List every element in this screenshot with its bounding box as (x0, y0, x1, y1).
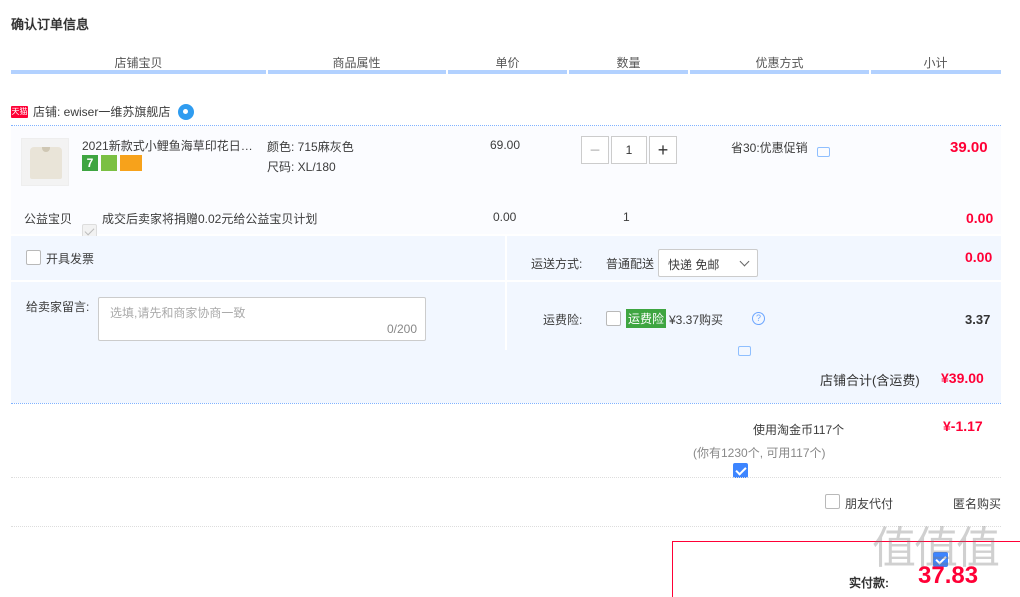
header-underline (871, 70, 1001, 74)
guarantee-icon (101, 155, 117, 171)
insurance-checkbox[interactable] (606, 311, 621, 326)
insurance-text: ¥3.37购买 (669, 313, 724, 327)
help-icon[interactable]: ? (752, 312, 765, 325)
friend-pay-checkbox[interactable] (825, 494, 840, 509)
col-shop-item: 店铺宝贝 (114, 56, 163, 70)
header-underline (569, 70, 688, 74)
invoice-checkbox[interactable] (26, 250, 41, 265)
taojinbi-checkbox[interactable] (733, 463, 748, 478)
message-textarea[interactable]: 选填,请先和商家协商一致 0/200 (98, 297, 426, 341)
col-discount: 优惠方式 (755, 56, 804, 70)
taojinbi-label: 使用淘金币117个 (753, 423, 845, 437)
chat-seller-icon[interactable] (178, 103, 195, 120)
insurance-tag: 运费险 (626, 309, 667, 328)
divider (11, 403, 1001, 404)
message-counter: 0/200 (386, 322, 417, 336)
col-attributes: 商品属性 (332, 56, 381, 70)
message-label: 给卖家留言: (26, 300, 90, 314)
anonymous-label: 匿名购买 (953, 497, 1002, 511)
header-underline (690, 70, 869, 74)
col-unit-price: 单价 (495, 56, 520, 70)
credit-card-icon (120, 155, 142, 171)
unit-price: 69.00 (490, 138, 521, 152)
shop-total-label: 店铺合计(含运费) (820, 373, 920, 388)
item-subtotal: 39.00 (950, 139, 988, 156)
chevron-down-icon (739, 256, 750, 267)
col-subtotal: 小计 (923, 56, 948, 70)
shop-total-value: ¥39.00 (941, 370, 984, 386)
product-name[interactable]: 2021新款式小鲤鱼海草印花日… (82, 137, 262, 154)
qty-input[interactable]: 1 (611, 136, 647, 164)
comment-icon[interactable] (738, 345, 751, 356)
seven-day-return-icon: 7 (82, 155, 98, 171)
header-underline (11, 70, 266, 74)
page-title: 确认订单信息 (11, 17, 90, 32)
qty-decrease-button[interactable]: − (581, 136, 609, 164)
divider (11, 526, 1001, 527)
product-size: 尺码: XL/180 (267, 160, 336, 174)
divider (11, 477, 1001, 478)
friend-pay-label: 朋友代付 (845, 497, 894, 511)
charity-label: 公益宝贝 (24, 212, 73, 226)
shipping-price: 0.00 (965, 249, 993, 265)
header-underline (448, 70, 567, 74)
final-label: 实付款: (849, 576, 889, 590)
quantity-stepper: − 1 + (581, 136, 677, 164)
discount-text: 省30:优惠促销 (731, 141, 808, 155)
comment-icon[interactable] (817, 146, 830, 157)
taojinbi-note: (你有1230个, 可用117个) (693, 446, 826, 460)
product-color: 颜色: 715麻灰色 (267, 140, 354, 154)
watermark: 值值值 (872, 523, 1000, 574)
shop-name[interactable]: 店铺: ewiser一维苏旗舰店 (33, 103, 170, 120)
invoice-label: 开具发票 (46, 252, 95, 266)
message-placeholder: 选填,请先和商家协商一致 (110, 306, 246, 320)
insurance-price: 3.37 (965, 312, 991, 327)
shipping-label: 运送方式: (531, 257, 583, 271)
header-underline (268, 70, 446, 74)
charity-subtotal: 0.00 (966, 210, 994, 226)
charity-text: 成交后卖家将捐赠0.02元给公益宝贝计划 (102, 212, 318, 226)
taojinbi-value: ¥-1.17 (943, 418, 983, 434)
shipping-selected: 快递 免邮 (668, 258, 720, 272)
qty-increase-button[interactable]: + (649, 136, 677, 164)
insurance-label: 运费险: (543, 313, 583, 327)
product-thumbnail[interactable] (21, 138, 69, 186)
service-badges: 7 (82, 155, 145, 171)
tmall-icon: 天猫 (11, 105, 28, 118)
charity-price: 0.00 (493, 210, 517, 224)
charity-qty: 1 (623, 210, 630, 224)
shop-row: 天猫 店铺: ewiser一维苏旗舰店 (11, 103, 195, 120)
col-quantity: 数量 (616, 56, 641, 70)
shipping-type: 普通配送 (606, 257, 655, 271)
shipping-select[interactable]: 快递 免邮 (658, 249, 758, 277)
